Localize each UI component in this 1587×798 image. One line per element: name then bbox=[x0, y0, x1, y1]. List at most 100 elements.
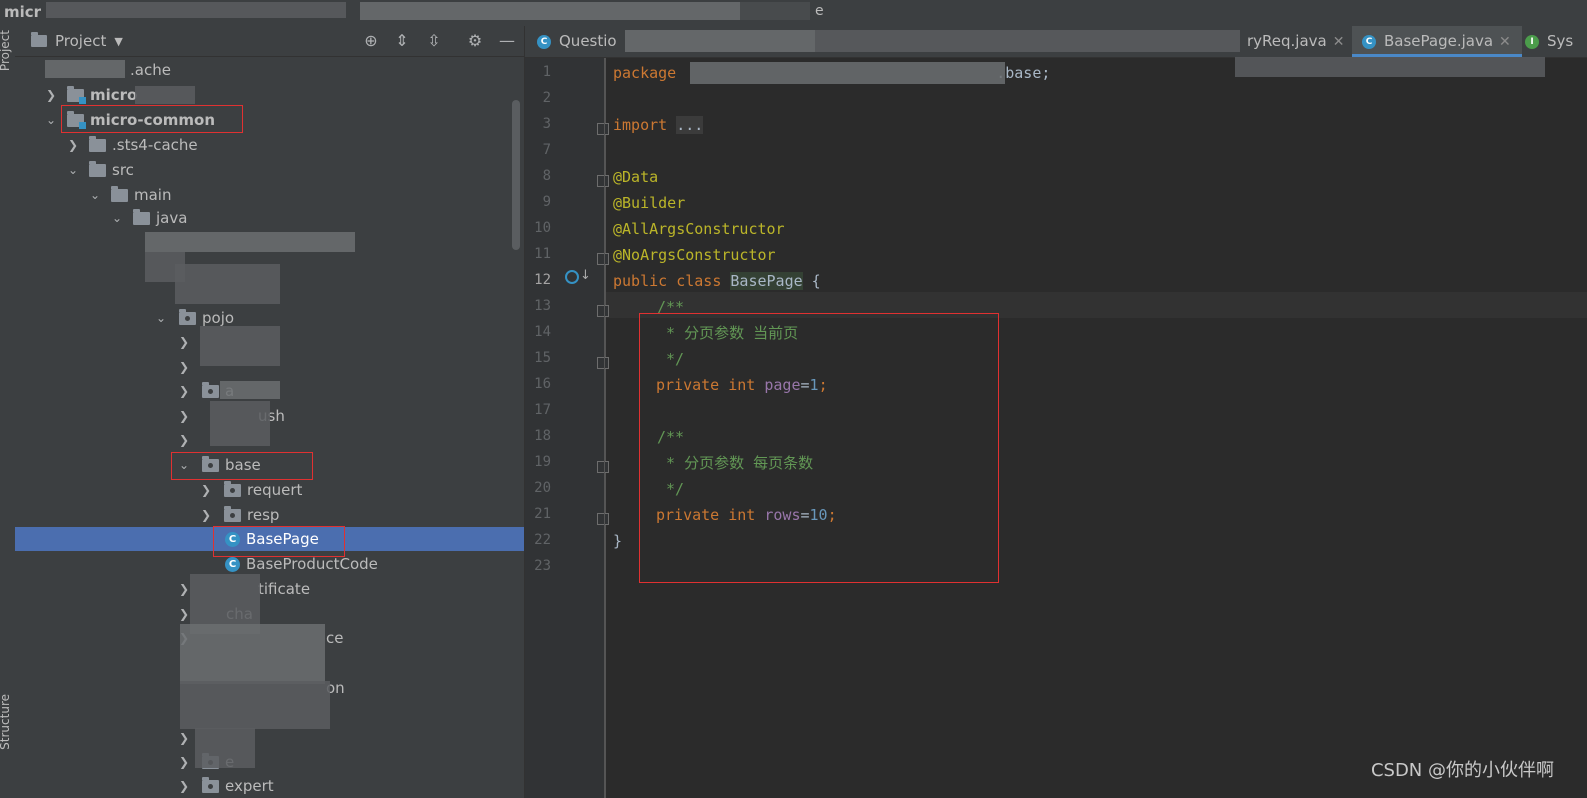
gutter-divider bbox=[604, 58, 605, 798]
code-text: { bbox=[802, 272, 821, 290]
fold-icon[interactable] bbox=[597, 253, 609, 265]
tree-item-label: pojo bbox=[202, 309, 235, 327]
folder-icon bbox=[111, 186, 128, 202]
fold-expand-icon[interactable] bbox=[597, 123, 609, 135]
chevron-down-icon: ⌄ bbox=[45, 113, 57, 127]
tree-item[interactable]: ❯ expert bbox=[178, 774, 274, 798]
chevron-right-icon: ❯ bbox=[45, 88, 57, 102]
expand-all-icon[interactable]: ⇕ bbox=[393, 32, 411, 50]
code-line-10[interactable]: @AllArgsConstructor bbox=[613, 216, 785, 242]
annotation-box-basepage bbox=[213, 526, 345, 557]
chevron-right-icon: ❯ bbox=[178, 409, 190, 423]
line-number: 7 bbox=[542, 142, 551, 158]
obscured-region bbox=[180, 624, 325, 684]
implemented-marker-icon[interactable] bbox=[565, 270, 579, 284]
fold-icon[interactable] bbox=[597, 357, 609, 369]
obscured-region bbox=[690, 62, 1005, 84]
obscured-region bbox=[145, 232, 355, 252]
project-panel-title: Project bbox=[55, 32, 107, 50]
chevron-right-icon: ❯ bbox=[178, 335, 190, 349]
tab-question[interactable]: C Questio bbox=[537, 26, 617, 57]
code-keyword: public class bbox=[613, 272, 722, 290]
code-line-12[interactable]: public class BasePage { bbox=[613, 268, 821, 294]
project-panel-header: Project ▼ ⊕ ⇕ ⇳ ⚙ — bbox=[15, 26, 524, 57]
tree-item-label: .sts4-cache bbox=[112, 136, 198, 154]
code-line-22[interactable]: } bbox=[613, 528, 622, 554]
fold-icon[interactable] bbox=[597, 175, 609, 187]
fold-icon[interactable] bbox=[597, 461, 609, 473]
chevron-right-icon: ❯ bbox=[178, 779, 190, 793]
class-name: BasePage bbox=[730, 272, 803, 290]
line-number: 21 bbox=[534, 506, 551, 522]
line-number: 22 bbox=[534, 532, 551, 548]
arrow-down-icon: ↓ bbox=[580, 268, 591, 283]
tree-item-label: BaseProductCode bbox=[246, 555, 378, 573]
chevron-right-icon: ❯ bbox=[178, 731, 190, 745]
chevron-right-icon: ❯ bbox=[178, 582, 190, 596]
window-title-suffix: e bbox=[815, 3, 824, 19]
tab-sys[interactable]: I Sys bbox=[1525, 26, 1573, 57]
tree-item-label: main bbox=[134, 186, 172, 204]
project-folder-icon bbox=[31, 32, 47, 47]
chevron-down-icon: ⌄ bbox=[155, 311, 167, 325]
collapse-all-icon[interactable]: ⇳ bbox=[425, 32, 443, 50]
folder-icon bbox=[89, 161, 106, 177]
gear-icon[interactable]: ⚙ bbox=[466, 32, 484, 50]
line-number: 14 bbox=[534, 324, 551, 340]
code-line-8[interactable]: @Data bbox=[613, 164, 658, 190]
tree-item[interactable]: .ache bbox=[130, 58, 171, 82]
code-line-9[interactable]: @Builder bbox=[613, 190, 685, 216]
tree-item-label: resp bbox=[247, 506, 280, 524]
locate-icon[interactable]: ⊕ bbox=[362, 32, 380, 50]
code-keyword: package bbox=[613, 64, 677, 82]
chevron-down-icon: ▼ bbox=[114, 34, 123, 48]
line-number: 3 bbox=[542, 116, 551, 132]
obscured-region bbox=[210, 401, 270, 446]
line-number: 15 bbox=[534, 350, 551, 366]
close-icon[interactable]: ✕ bbox=[1333, 34, 1345, 50]
code-line-3[interactable]: import ... bbox=[613, 112, 704, 138]
obscured-region bbox=[45, 60, 125, 78]
class-icon: C bbox=[537, 34, 551, 49]
code-line-11[interactable]: @NoArgsConstructor bbox=[613, 242, 776, 268]
tab-label: BasePage.java bbox=[1384, 32, 1494, 50]
tree-item[interactable]: ⌄ main bbox=[89, 183, 171, 207]
tree-item-label: expert bbox=[225, 777, 274, 795]
chevron-right-icon: ❯ bbox=[200, 483, 212, 497]
tree-item-module[interactable]: ❯ micro bbox=[45, 83, 137, 107]
tab-label: Questio bbox=[559, 32, 617, 50]
tree-item-label: micro bbox=[90, 86, 138, 104]
package-icon bbox=[202, 777, 219, 793]
tree-item[interactable]: ❯ requert bbox=[200, 478, 302, 502]
close-icon[interactable]: ✕ bbox=[1499, 34, 1511, 50]
structure-tool-button[interactable]: Structure bbox=[0, 694, 12, 750]
line-number: 2 bbox=[542, 90, 551, 106]
line-number: 9 bbox=[542, 194, 551, 210]
tree-item[interactable]: ⌄ src bbox=[67, 158, 134, 182]
chevron-right-icon: ❯ bbox=[67, 138, 79, 152]
obscured-region bbox=[1235, 57, 1545, 77]
line-number: 23 bbox=[534, 558, 551, 574]
tree-item[interactable]: ❯ .sts4-cache bbox=[67, 133, 198, 157]
line-number: 10 bbox=[534, 220, 551, 236]
tree-item[interactable]: ⌄ java bbox=[111, 206, 187, 230]
folded-imports[interactable]: ... bbox=[676, 116, 704, 134]
project-tool-button[interactable]: Project bbox=[0, 30, 12, 71]
folder-icon bbox=[133, 209, 150, 225]
obscured-region bbox=[625, 30, 815, 52]
watermark: CSDN @你的小伙伴啊 bbox=[1370, 760, 1554, 781]
chevron-right-icon: ❯ bbox=[178, 607, 190, 621]
fold-icon[interactable] bbox=[597, 305, 609, 317]
line-number: 12 bbox=[534, 272, 551, 288]
minimize-icon[interactable]: — bbox=[498, 32, 516, 50]
tab-basepage[interactable]: C BasePage.java ✕ bbox=[1352, 26, 1522, 57]
obscured-region bbox=[815, 30, 1240, 52]
fold-icon[interactable] bbox=[597, 513, 609, 525]
tree-item[interactable]: ❯ resp bbox=[200, 503, 279, 527]
tab-ryreq[interactable]: ryReq.java ✕ bbox=[1247, 26, 1344, 57]
obscured-region bbox=[135, 86, 195, 104]
package-icon bbox=[224, 506, 241, 522]
scrollbar[interactable] bbox=[512, 100, 520, 250]
chevron-down-icon: ⌄ bbox=[89, 188, 101, 202]
project-view-selector[interactable]: Project ▼ bbox=[31, 32, 123, 50]
